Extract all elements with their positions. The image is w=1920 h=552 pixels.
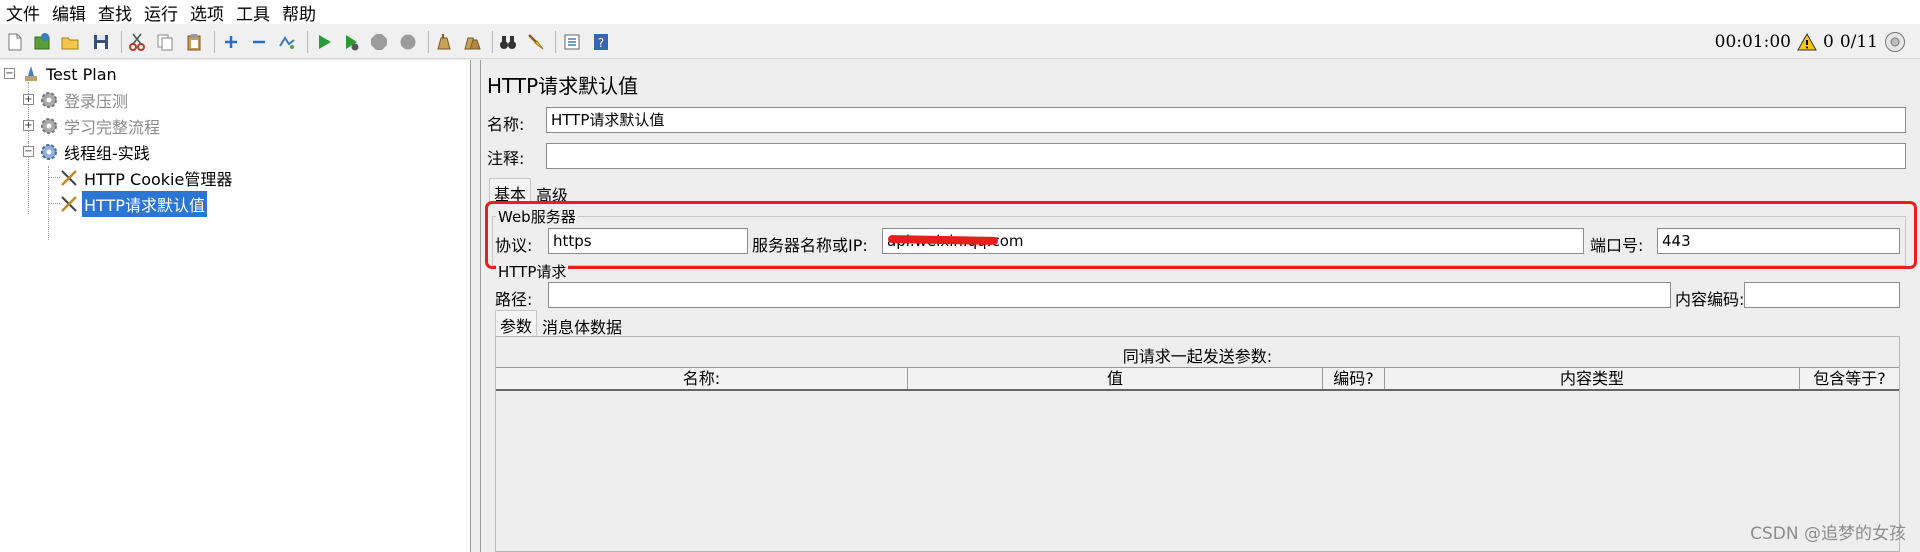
start-no-pauses-icon[interactable] — [341, 32, 361, 52]
comment-input[interactable] — [546, 143, 1906, 169]
table-caption: 同请求一起发送参数: — [1122, 347, 1273, 366]
function-list-icon[interactable] — [562, 32, 582, 52]
expander-learning-flow[interactable]: + — [23, 120, 34, 131]
column-name[interactable]: 名称: — [496, 368, 908, 389]
collapse-icon[interactable] — [249, 32, 269, 52]
parameters-table: 同请求一起发送参数: 名称: 值 编码? 内容类型 包含等于? — [495, 336, 1900, 552]
svg-text:?: ? — [598, 36, 604, 50]
http-request-title: HTTP请求 — [496, 261, 569, 282]
save-icon[interactable] — [91, 32, 111, 52]
tools-icon — [61, 170, 77, 186]
tree-item-cookie-manager[interactable]: HTTP Cookie管理器 — [59, 166, 234, 190]
tree-item-http-defaults[interactable]: HTTP请求默认值 — [59, 191, 207, 217]
panel-splitter[interactable] — [471, 60, 481, 552]
highlight-annotation — [485, 201, 1917, 269]
clear-icon[interactable] — [434, 32, 454, 52]
toolbar: ? 00:01:00 0 0/11 — [0, 25, 1920, 59]
gear-icon — [41, 118, 57, 134]
tree-item-test-plan[interactable]: Test Plan — [21, 62, 119, 86]
menu-bar: 文件 编辑 查找 运行 选项 工具 帮助 — [0, 0, 1920, 25]
help-icon[interactable]: ? — [591, 32, 611, 52]
menu-tools[interactable]: 工具 — [236, 0, 270, 25]
tree-item-login-test[interactable]: 登录压测 — [39, 88, 130, 112]
templates-icon[interactable] — [32, 32, 52, 52]
tab-parameters[interactable]: 参数 — [495, 310, 538, 336]
menu-search[interactable]: 查找 — [98, 0, 132, 25]
tools-icon — [61, 196, 77, 212]
new-file-icon[interactable] — [5, 32, 25, 52]
gear-icon — [41, 92, 57, 108]
broom-icon[interactable] — [526, 32, 546, 52]
binoculars-icon[interactable] — [498, 32, 518, 52]
element-config-panel: HTTP请求默认值 名称: HTTP请求默认值 注释: 基本 高级 Web服务器… — [482, 60, 1920, 552]
test-plan-icon — [25, 66, 37, 81]
stop-icon[interactable] — [369, 32, 389, 52]
start-icon[interactable] — [314, 32, 334, 52]
elapsed-timer: 00:01:00 — [1714, 32, 1791, 52]
column-encode[interactable]: 编码? — [1323, 368, 1385, 389]
expander-login-test[interactable]: + — [23, 94, 34, 105]
menu-help[interactable]: 帮助 — [282, 0, 316, 25]
expander-thread-group[interactable]: − — [23, 146, 34, 157]
warning-icon[interactable] — [1797, 32, 1817, 52]
status-area: 00:01:00 0 0/11 — [1709, 31, 1906, 53]
menu-options[interactable]: 选项 — [190, 0, 224, 25]
column-value[interactable]: 值 — [908, 368, 1323, 389]
content-encoding-input[interactable] — [1744, 282, 1900, 308]
name-input[interactable]: HTTP请求默认值 — [546, 107, 1906, 133]
watermark: CSDN @追梦的女孩 — [1750, 524, 1906, 544]
tree-item-thread-group[interactable]: 线程组-实践 — [39, 140, 152, 164]
path-input[interactable] — [548, 282, 1671, 308]
copy-icon[interactable] — [155, 32, 175, 52]
name-label: 名称: — [487, 115, 525, 134]
tab-body-data[interactable]: 消息体数据 — [538, 312, 626, 338]
toggle-icon[interactable] — [277, 32, 297, 52]
column-content-type[interactable]: 内容类型 — [1385, 368, 1800, 389]
column-include-equals[interactable]: 包含等于? — [1800, 368, 1899, 389]
page-title: HTTP请求默认值 — [487, 74, 639, 98]
warning-count: 0 — [1822, 32, 1834, 52]
tree-item-learning-flow[interactable]: 学习完整流程 — [39, 114, 162, 138]
menu-file[interactable]: 文件 — [6, 0, 40, 25]
gear-icon — [41, 144, 57, 160]
menu-edit[interactable]: 编辑 — [52, 0, 86, 25]
clear-all-icon[interactable] — [462, 32, 482, 52]
cut-icon[interactable] — [127, 32, 147, 52]
content-encoding-label: 内容编码: — [1675, 290, 1745, 309]
comment-label: 注释: — [487, 149, 525, 168]
thread-status-icon — [1885, 32, 1905, 52]
paste-icon[interactable] — [184, 32, 204, 52]
shutdown-icon[interactable] — [398, 32, 418, 52]
open-icon[interactable] — [60, 32, 80, 52]
path-label: 路径: — [495, 290, 533, 309]
expand-icon[interactable] — [221, 32, 241, 52]
table-header: 名称: 值 编码? 内容类型 包含等于? — [496, 367, 1899, 391]
active-threads: 0/11 — [1839, 32, 1878, 52]
expander-test-plan[interactable]: − — [4, 68, 15, 79]
test-plan-tree: − + + − Test Plan 登录压测 学习完整流程 线程组-实践 HTT… — [0, 60, 471, 552]
menu-run[interactable]: 运行 — [144, 0, 178, 25]
